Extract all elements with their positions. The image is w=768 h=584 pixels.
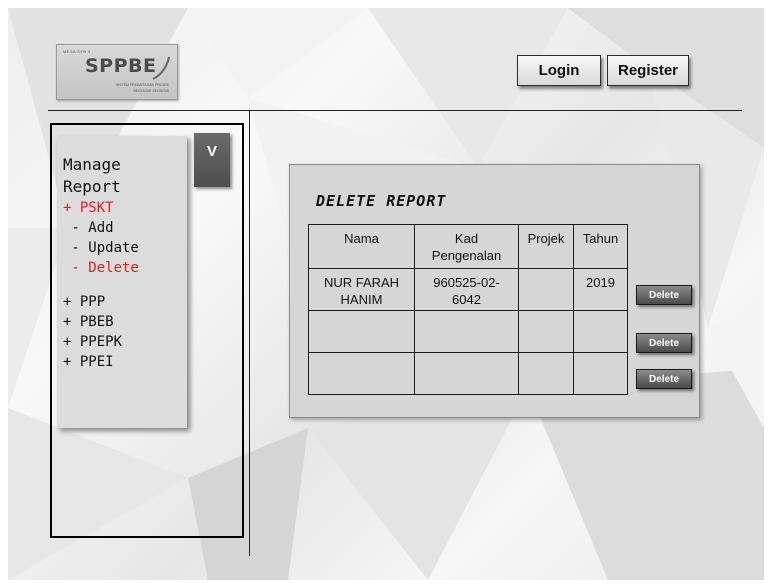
table-header-row: Nama Kad Pengenalan Projek Tahun xyxy=(308,224,628,269)
delete-report-panel: DELETE REPORT Nama Kad Pengenalan Projek… xyxy=(289,164,700,418)
column-header-nama: Nama xyxy=(308,224,415,269)
cell-nama: NUR FARAH HANIM xyxy=(308,268,415,311)
cell-tahun: 2019 xyxy=(573,268,628,311)
delete-button-row-2[interactable]: Delete xyxy=(636,333,692,353)
sidebar-divider xyxy=(249,110,250,556)
table-row: NUR FARAH HANIM 960525-02-6042 2019 xyxy=(308,268,628,311)
page-title: DELETE REPORT xyxy=(316,192,447,210)
header-divider xyxy=(48,110,742,111)
logo-small-text: MEGA SYN 3 xyxy=(63,49,91,54)
register-button[interactable]: Register xyxy=(607,55,689,86)
menu-title-line1: Manage xyxy=(63,155,121,174)
menu-item-update[interactable]: - Update xyxy=(63,238,187,258)
cell-nama xyxy=(308,352,415,395)
menu-item-ppepk[interactable]: + PPEPK xyxy=(63,332,187,352)
cell-tahun xyxy=(573,352,628,395)
column-header-kad-pengenalan: Kad Pengenalan xyxy=(414,224,519,269)
column-header-projek: Projek xyxy=(518,224,574,269)
login-button[interactable]: Login xyxy=(517,55,601,86)
sidebar-menu: Manage Report + PSKT - Add - Update - De… xyxy=(57,136,187,428)
table-row xyxy=(308,352,628,395)
report-table: Nama Kad Pengenalan Projek Tahun NUR FAR… xyxy=(308,224,628,395)
menu-item-add[interactable]: - Add xyxy=(63,218,187,238)
column-header-tahun: Tahun xyxy=(573,224,628,269)
logo-brand: SPPBE xyxy=(85,55,157,77)
menu-item-ppei[interactable]: + PPEI xyxy=(63,352,187,372)
cell-kad-pengenalan xyxy=(414,352,519,395)
delete-button-row-3[interactable]: Delete xyxy=(636,369,692,389)
sppbe-logo: MEGA SYN 3 SPPBE SISTEM PEMANTAUAN PROJE… xyxy=(56,44,178,100)
menu-title-line2: Report xyxy=(63,177,121,196)
cell-nama xyxy=(308,310,415,353)
table-row xyxy=(308,310,628,353)
menu-item-ppp[interactable]: + PPP xyxy=(63,292,187,312)
logo-subtitle-2: BERTAJUK EKONOMI xyxy=(133,89,169,93)
cell-projek xyxy=(518,352,574,395)
menu-item-delete[interactable]: - Delete xyxy=(63,258,187,278)
logo-subtitle-1: SISTEM PEMANTAUAN PROJEK xyxy=(115,83,169,87)
cell-tahun xyxy=(573,310,628,353)
app-frame: MEGA SYN 3 SPPBE SISTEM PEMANTAUAN PROJE… xyxy=(8,8,764,580)
menu-spacer xyxy=(63,278,187,292)
cell-projek xyxy=(518,268,574,311)
delete-button-row-1[interactable]: Delete xyxy=(636,285,692,305)
cell-projek xyxy=(518,310,574,353)
cell-kad-pengenalan: 960525-02-6042 xyxy=(414,268,519,311)
menu-item-pbeb[interactable]: + PBEB xyxy=(63,312,187,332)
menu-toggle-button[interactable]: V xyxy=(194,133,230,187)
menu-item-pskt[interactable]: + PSKT xyxy=(63,198,187,218)
cell-kad-pengenalan xyxy=(414,310,519,353)
logo-swoosh-icon xyxy=(152,56,170,80)
